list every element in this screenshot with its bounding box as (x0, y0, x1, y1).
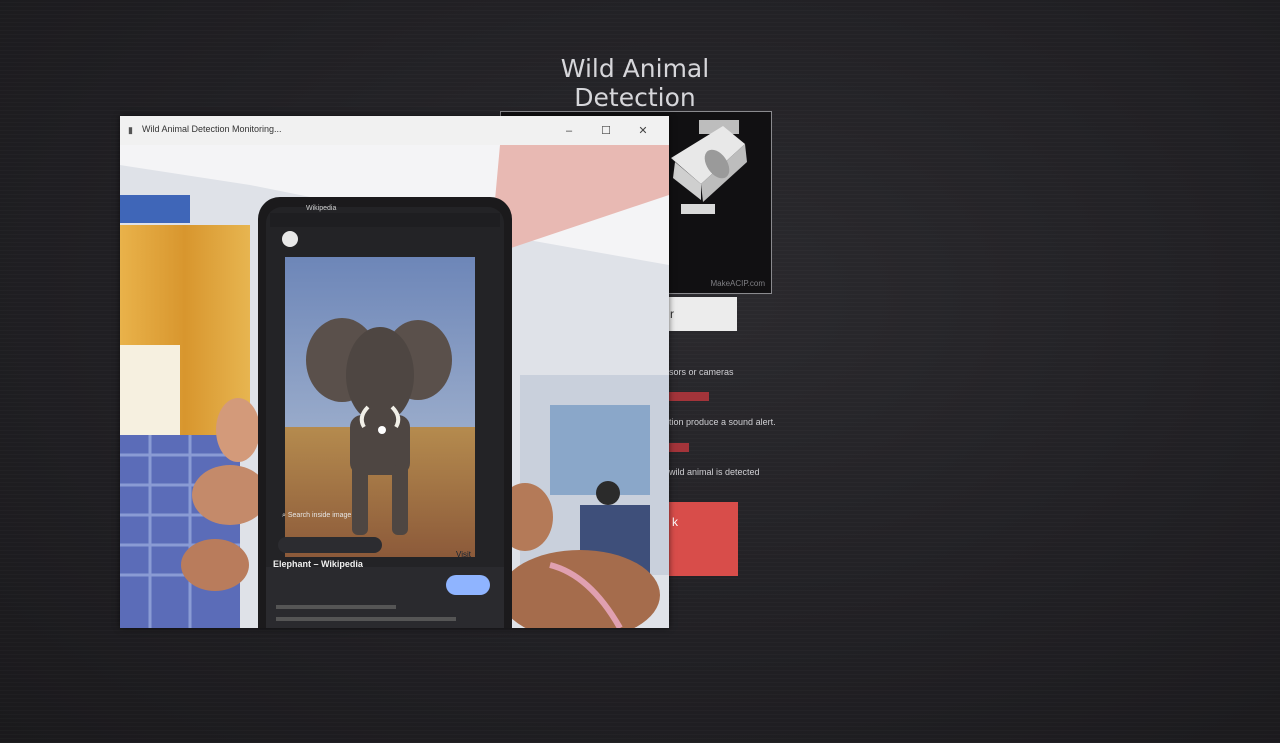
description-line-2: tion produce a sound alert. (669, 417, 776, 427)
description-line-3: wild animal is detected (669, 467, 760, 477)
camera-watermark: MakeACIP.com (710, 279, 765, 288)
maximize-button[interactable]: ☐ (594, 121, 618, 141)
description-line-1: sors or cameras (669, 367, 734, 377)
stop-button[interactable]: k (668, 502, 738, 576)
camera-feed-image (120, 145, 669, 628)
result-title[interactable]: Elephant – Wikipedia (273, 559, 363, 569)
screen: Wild Animal Detection MakeACIP.com r sor… (0, 0, 1280, 743)
minimize-button[interactable]: – (557, 121, 581, 141)
phone-app-label: Wikipedia (306, 205, 337, 212)
window-titlebar[interactable]: ▮ Wild Animal Detection Monitoring... – … (120, 116, 669, 145)
visit-button[interactable]: Visit (456, 550, 471, 559)
close-button[interactable]: ✕ (631, 121, 655, 141)
camera-feed: Wikipedia ⌕ Search inside image Elephant… (120, 145, 669, 628)
window-title: Wild Animal Detection Monitoring... (142, 124, 282, 134)
page-title: Wild Animal Detection (560, 54, 710, 112)
monitor-window: ▮ Wild Animal Detection Monitoring... – … (120, 116, 669, 628)
red-heading-1 (669, 392, 709, 401)
start-button[interactable]: r (668, 297, 737, 331)
app-icon: ▮ (128, 125, 133, 135)
search-inside-image-button[interactable]: ⌕ Search inside image (282, 512, 351, 520)
search-inside-image-label: Search inside image (287, 512, 352, 519)
red-heading-2 (669, 443, 689, 452)
